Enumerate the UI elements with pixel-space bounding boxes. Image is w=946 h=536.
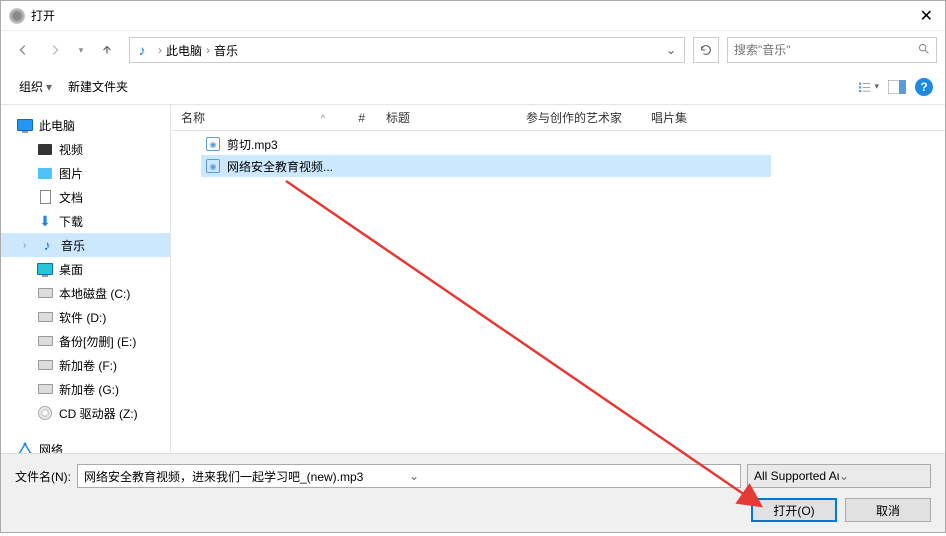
file-list: 名称 ^ # 标题 参与创作的艺术家 唱片集 剪切.mp3 网络安全教育视频..…	[171, 105, 945, 453]
close-button[interactable]: ✕	[916, 6, 937, 26]
cancel-button[interactable]: 取消	[845, 498, 931, 522]
sidebar-item-drive-c[interactable]: 本地磁盘 (C:)	[1, 281, 170, 305]
open-button[interactable]: 打开(O)	[751, 498, 837, 522]
sidebar-item-video[interactable]: 视频	[1, 137, 170, 161]
network-icon	[17, 441, 33, 453]
column-headers: 名称 ^ # 标题 参与创作的艺术家 唱片集	[171, 105, 945, 131]
column-name[interactable]: 名称 ^	[171, 109, 336, 126]
sidebar: 此电脑 视频 图片 文档 ⬇ 下载 › ♪ 音乐 桌面 本地磁盘 (C	[1, 105, 171, 453]
file-row[interactable]: 剪切.mp3	[201, 133, 945, 155]
expand-icon[interactable]: ›	[23, 240, 33, 251]
media-file-icon	[205, 136, 221, 152]
sort-indicator-icon: ^	[321, 113, 325, 123]
sidebar-item-pictures[interactable]: 图片	[1, 161, 170, 185]
column-title[interactable]: 标题	[376, 109, 516, 126]
chevron-down-icon: ▾	[46, 80, 52, 94]
sidebar-item-drive-g[interactable]: 新加卷 (G:)	[1, 377, 170, 401]
title-bar: 打开 ✕	[1, 1, 945, 31]
sidebar-item-cd-drive[interactable]: CD 驱动器 (Z:)	[1, 401, 170, 425]
sidebar-item-network[interactable]: 网络	[1, 437, 170, 453]
drive-icon	[37, 309, 53, 325]
file-rows: 剪切.mp3 网络安全教育视频...	[171, 131, 945, 179]
arrow-right-icon	[48, 43, 62, 57]
column-album[interactable]: 唱片集	[641, 109, 945, 126]
question-icon: ?	[920, 80, 927, 94]
file-row[interactable]: 网络安全教育视频...	[201, 155, 771, 177]
main-area: 此电脑 视频 图片 文档 ⬇ 下载 › ♪ 音乐 桌面 本地磁盘 (C	[1, 105, 945, 453]
documents-icon	[37, 189, 53, 205]
drive-icon	[37, 285, 53, 301]
sidebar-item-drive-d[interactable]: 软件 (D:)	[1, 305, 170, 329]
refresh-button[interactable]	[693, 37, 719, 63]
toolbar: 组织 ▾ 新建文件夹 ▾ ?	[1, 69, 945, 105]
file-name: 网络安全教育视频...	[227, 158, 333, 175]
computer-icon	[17, 117, 33, 133]
media-file-icon	[205, 158, 221, 174]
filename-label: 文件名(N):	[15, 468, 71, 485]
sidebar-item-downloads[interactable]: ⬇ 下载	[1, 209, 170, 233]
up-button[interactable]	[93, 36, 121, 64]
music-icon: ♪	[39, 237, 55, 253]
sidebar-item-drive-e[interactable]: 备份[勿删] (E:)	[1, 329, 170, 353]
forward-button[interactable]	[41, 36, 69, 64]
window-title: 打开	[31, 7, 916, 24]
search-icon[interactable]	[917, 42, 930, 58]
arrow-left-icon	[16, 43, 30, 57]
pictures-icon	[37, 165, 53, 181]
preview-pane-button[interactable]	[887, 78, 907, 96]
list-view-icon	[859, 80, 872, 94]
chevron-right-icon: ›	[206, 43, 210, 57]
organize-menu[interactable]: 组织 ▾	[13, 74, 58, 99]
recent-dropdown[interactable]: ▾	[73, 36, 89, 64]
view-mode-button[interactable]: ▾	[859, 78, 879, 96]
filename-input[interactable]: 网络安全教育视频，进来我们一起学习吧_(new).mp3 ⌄	[77, 464, 741, 488]
drive-icon	[37, 333, 53, 349]
nav-bar: ▾ ♪ › 此电脑 › 音乐 ⌄	[1, 31, 945, 69]
sidebar-item-desktop[interactable]: 桌面	[1, 257, 170, 281]
chevron-down-icon: ⌄	[839, 469, 924, 483]
sidebar-item-thispc[interactable]: 此电脑	[1, 113, 170, 137]
refresh-icon	[699, 43, 713, 57]
app-icon	[9, 8, 25, 24]
search-box[interactable]	[727, 37, 937, 63]
drive-icon	[37, 357, 53, 373]
download-icon: ⬇	[37, 213, 53, 229]
search-input[interactable]	[734, 43, 917, 57]
video-icon	[37, 141, 53, 157]
file-type-filter[interactable]: All Supported Audio&Video ⌄	[747, 464, 931, 488]
column-number[interactable]: #	[336, 111, 376, 125]
sidebar-item-drive-f[interactable]: 新加卷 (F:)	[1, 353, 170, 377]
music-icon: ♪	[134, 42, 150, 58]
breadcrumb-thispc[interactable]: 此电脑	[166, 42, 202, 59]
chevron-down-icon[interactable]: ⌄	[409, 469, 734, 483]
chevron-right-icon: ›	[158, 43, 162, 57]
back-button[interactable]	[9, 36, 37, 64]
desktop-icon	[37, 261, 53, 277]
sidebar-item-music[interactable]: › ♪ 音乐	[1, 233, 170, 257]
sidebar-item-documents[interactable]: 文档	[1, 185, 170, 209]
drive-icon	[37, 381, 53, 397]
disc-icon	[37, 405, 53, 421]
breadcrumb-music[interactable]: 音乐	[214, 42, 238, 59]
file-name: 剪切.mp3	[227, 136, 278, 153]
panel-icon	[888, 80, 906, 94]
arrow-up-icon	[100, 43, 114, 57]
column-artist[interactable]: 参与创作的艺术家	[516, 109, 641, 126]
help-button[interactable]: ?	[915, 78, 933, 96]
new-folder-button[interactable]: 新建文件夹	[62, 74, 134, 99]
breadcrumb-dropdown[interactable]: ⌄	[662, 43, 680, 57]
breadcrumb[interactable]: ♪ › 此电脑 › 音乐 ⌄	[129, 37, 685, 63]
footer: 文件名(N): 网络安全教育视频，进来我们一起学习吧_(new).mp3 ⌄ A…	[1, 453, 945, 532]
